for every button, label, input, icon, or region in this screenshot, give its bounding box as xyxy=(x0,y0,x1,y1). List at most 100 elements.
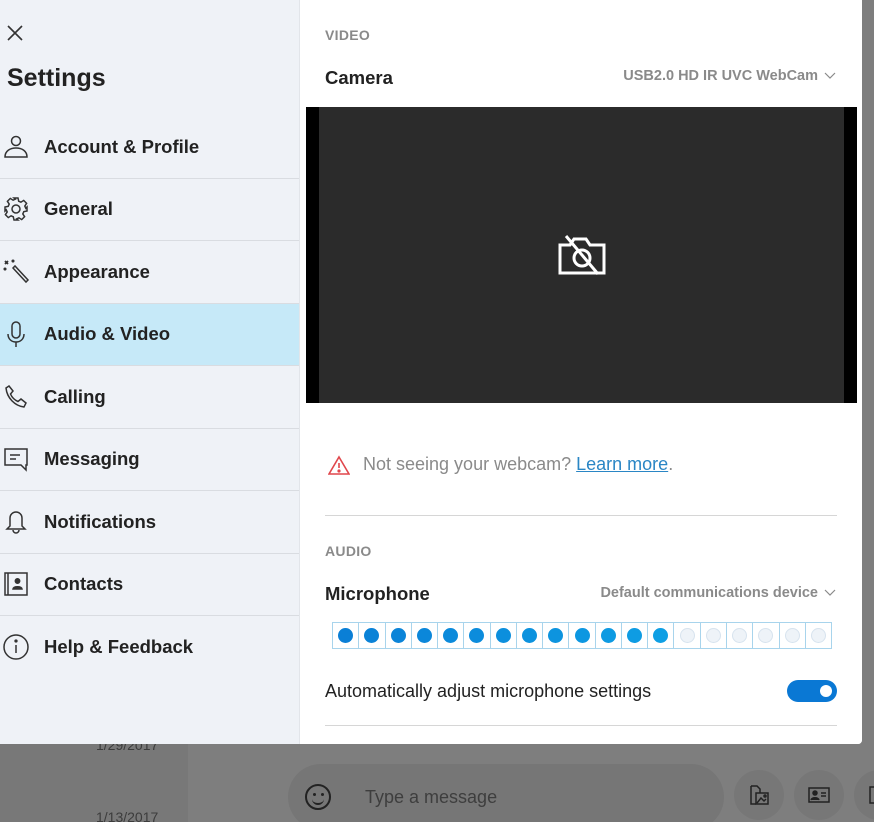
auto-adjust-label: Automatically adjust microphone settings xyxy=(325,680,652,701)
level-cell xyxy=(780,623,806,648)
close-button[interactable] xyxy=(4,22,26,44)
sidebar-item-label: Appearance xyxy=(44,260,150,282)
settings-content: VIDEO Camera USB2.0 HD IR UVC WebCam Not… xyxy=(300,0,862,744)
chat-icon xyxy=(1,444,31,474)
level-dot-active xyxy=(364,628,380,643)
sidebar-item-audio-video[interactable]: Audio & Video xyxy=(0,303,299,366)
send-media-button[interactable] xyxy=(734,770,784,820)
camera-device-value: USB2.0 HD IR UVC WebCam xyxy=(623,68,818,84)
camera-preview xyxy=(306,107,857,403)
audio-section-label: AUDIO xyxy=(325,543,372,559)
message-composer[interactable]: Type a message xyxy=(288,764,724,822)
microphone-icon xyxy=(1,319,31,349)
level-cell xyxy=(622,623,649,648)
settings-title: Settings xyxy=(7,64,106,92)
level-dot-active xyxy=(416,628,432,643)
auto-adjust-toggle[interactable] xyxy=(787,680,837,702)
level-cell xyxy=(596,623,622,648)
auto-adjust-row: Automatically adjust microphone settings xyxy=(325,680,837,702)
level-cell xyxy=(491,623,517,648)
camera-label: Camera xyxy=(325,67,393,88)
sidebar-item-label: Contacts xyxy=(44,573,124,595)
level-cell xyxy=(753,623,780,648)
file-icon xyxy=(869,786,874,804)
level-dot-active xyxy=(574,628,590,643)
level-dot-inactive xyxy=(810,628,826,643)
sidebar-item-general[interactable]: General xyxy=(0,179,299,241)
level-cell xyxy=(674,623,701,648)
level-cell xyxy=(464,623,491,648)
close-icon xyxy=(7,25,23,41)
level-cell xyxy=(727,623,754,648)
contact-card-icon xyxy=(808,787,830,803)
sidebar-item-account-profile[interactable]: Account & Profile xyxy=(0,116,299,179)
settings-dialog: Settings Account & Profile General Appea… xyxy=(0,0,862,744)
microphone-level-meter xyxy=(332,622,832,649)
settings-nav: Account & Profile General Appearance Aud… xyxy=(0,116,299,679)
level-dot-inactive xyxy=(732,628,748,643)
level-cell xyxy=(438,623,465,648)
level-dot-active xyxy=(390,628,406,643)
sidebar-item-help-feedback[interactable]: Help & Feedback xyxy=(0,616,299,679)
magic-wand-icon xyxy=(1,257,31,287)
level-dot-active xyxy=(627,628,643,643)
chat-date: 1/13/2017 xyxy=(96,809,159,822)
contact-book-icon xyxy=(1,569,31,599)
gear-icon xyxy=(1,194,31,224)
learn-more-link[interactable]: Learn more xyxy=(576,454,668,475)
microphone-label: Microphone xyxy=(325,583,430,604)
level-cell xyxy=(648,623,675,648)
level-dot-active xyxy=(600,628,616,643)
level-dot-active xyxy=(338,628,354,643)
chevron-down-icon xyxy=(824,72,836,79)
level-dot-active xyxy=(521,628,537,643)
video-section-label: VIDEO xyxy=(325,27,371,43)
warning-suffix: . xyxy=(668,454,674,474)
section-divider xyxy=(325,725,837,726)
sidebar-item-label: Messaging xyxy=(44,448,140,470)
sidebar-item-label: Calling xyxy=(44,385,106,407)
level-cell xyxy=(701,623,727,648)
sidebar-item-label: Audio & Video xyxy=(44,323,171,345)
level-cell xyxy=(569,623,596,648)
chevron-down-icon xyxy=(824,589,836,596)
level-cell xyxy=(359,623,386,648)
level-dot-inactive xyxy=(679,628,695,643)
camera-off-icon xyxy=(558,235,605,275)
info-icon xyxy=(1,632,31,662)
sidebar-item-contacts[interactable]: Contacts xyxy=(0,554,299,616)
level-dot-active xyxy=(653,628,669,643)
level-dot-active xyxy=(443,628,459,643)
warning-text: Not seeing your webcam? xyxy=(363,454,572,474)
level-dot-inactive xyxy=(784,628,800,643)
settings-sidebar: Settings Account & Profile General Appea… xyxy=(0,0,300,744)
level-cell xyxy=(806,623,831,648)
sidebar-item-messaging[interactable]: Messaging xyxy=(0,429,299,491)
person-icon xyxy=(1,132,31,162)
phone-icon xyxy=(1,382,31,412)
bell-icon xyxy=(1,507,31,537)
microphone-dropdown[interactable]: Default communications device xyxy=(600,585,836,601)
camera-dropdown[interactable]: USB2.0 HD IR UVC WebCam xyxy=(623,68,836,84)
sidebar-item-calling[interactable]: Calling xyxy=(0,366,299,429)
emoji-icon[interactable] xyxy=(305,784,331,810)
sidebar-item-notifications[interactable]: Notifications xyxy=(0,491,299,554)
level-dot-active xyxy=(495,628,511,643)
level-dot-active xyxy=(469,628,485,643)
sidebar-item-label: Account & Profile xyxy=(44,135,200,157)
section-divider xyxy=(325,515,837,516)
sidebar-item-label: General xyxy=(44,198,113,220)
level-dot-inactive xyxy=(758,628,774,643)
send-contact-button[interactable] xyxy=(794,770,844,820)
level-cell xyxy=(543,623,570,648)
level-cell xyxy=(412,623,439,648)
webcam-warning: Not seeing your webcam? Learn more. xyxy=(328,454,673,475)
level-cell xyxy=(517,623,544,648)
sidebar-item-label: Notifications xyxy=(44,510,157,532)
microphone-device-value: Default communications device xyxy=(600,585,818,601)
level-cell xyxy=(333,623,360,648)
message-input-placeholder[interactable]: Type a message xyxy=(365,787,497,808)
sidebar-item-label: Help & Feedback xyxy=(44,636,194,658)
level-cell xyxy=(386,623,412,648)
sidebar-item-appearance[interactable]: Appearance xyxy=(0,241,299,304)
